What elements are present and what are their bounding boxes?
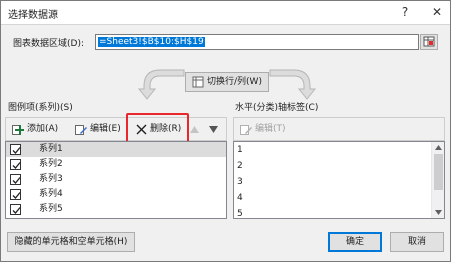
axis-label-item: 1	[237, 145, 243, 155]
edit-icon	[75, 124, 87, 135]
series-checkbox[interactable]	[10, 144, 21, 155]
series-checkbox[interactable]	[10, 174, 21, 185]
help-icon[interactable]: ?	[394, 3, 416, 22]
select-data-source-dialog: 选择数据源 ? ✕ 图表数据区域(D): =Sheet3!$B$10:$H$19…	[0, 0, 451, 262]
edit-series-button[interactable]: 编辑(E)	[71, 120, 125, 139]
series-checkbox[interactable]	[10, 204, 21, 215]
scroll-up-icon[interactable]	[435, 145, 442, 150]
series-label: 系列3	[39, 174, 63, 184]
close-icon[interactable]: ✕	[426, 3, 448, 22]
series-item[interactable]: 系列2	[6, 157, 226, 172]
axis-label-item: 2	[237, 161, 243, 171]
checkmark-icon	[12, 177, 21, 184]
series-item[interactable]: 系列3	[6, 172, 226, 187]
series-label: 系列1	[39, 144, 63, 154]
checkmark-icon	[12, 192, 21, 199]
axis-toolbar: 编辑(T)	[233, 117, 445, 141]
remove-highlight-box	[126, 113, 189, 144]
ok-button[interactable]: 确定	[328, 232, 382, 252]
series-listbox[interactable]: 系列1 系列2 系列3 系列4 系列5	[5, 141, 227, 219]
scroll-down-icon[interactable]	[435, 210, 442, 215]
axis-labels-header: 水平(分类)轴标签(C)	[235, 103, 319, 113]
checkmark-icon	[12, 162, 21, 169]
title-bar: 选择数据源 ? ✕	[1, 1, 450, 25]
cancel-button[interactable]: 取消	[390, 232, 444, 252]
switch-row-column-button[interactable]: 切换行/列(W)	[185, 72, 269, 92]
add-icon	[12, 124, 24, 135]
checkmark-icon	[12, 207, 21, 214]
move-up-button[interactable]	[187, 120, 202, 139]
series-checkbox[interactable]	[10, 189, 21, 200]
edit-axis-labels-button[interactable]: 编辑(T)	[236, 120, 290, 139]
switch-row-column-label: 切换行/列(W)	[207, 77, 262, 87]
move-down-button[interactable]	[206, 120, 221, 139]
move-up-icon	[190, 126, 199, 133]
data-range-value: =Sheet3!$B$10:$H$19	[98, 37, 205, 47]
axis-label-item: 4	[237, 193, 243, 203]
move-down-icon	[209, 126, 218, 133]
add-series-button[interactable]: 添加(A)	[8, 120, 62, 139]
arrow-right-down-icon	[269, 69, 316, 100]
switch-icon	[192, 76, 204, 88]
cancel-label: 取消	[407, 237, 426, 247]
series-label: 系列2	[39, 159, 63, 169]
legend-series-header: 图例项(系列)(S)	[8, 103, 73, 113]
series-checkbox[interactable]	[10, 159, 21, 170]
data-range-input[interactable]: =Sheet3!$B$10:$H$19	[95, 34, 419, 50]
data-range-label: 图表数据区域(D):	[13, 39, 84, 49]
hidden-empty-cells-label: 隐藏的单元格和空单元格(H)	[14, 237, 128, 247]
series-item[interactable]: 系列5	[6, 202, 226, 217]
axis-labels-listbox[interactable]: 1 2 3 4 5	[233, 141, 445, 219]
arrow-left-down-icon	[138, 69, 185, 100]
axis-label-item: 3	[237, 177, 243, 187]
series-item[interactable]: 系列1	[6, 142, 226, 157]
axis-label-item: 5	[237, 209, 243, 219]
checkmark-icon	[12, 147, 21, 154]
ok-label: 确定	[345, 237, 364, 247]
range-picker-icon	[423, 36, 435, 47]
add-series-label: 添加(A)	[27, 124, 59, 134]
dialog-title: 选择数据源	[8, 10, 58, 21]
edit-series-label: 编辑(E)	[90, 124, 121, 134]
edit-icon	[240, 124, 252, 135]
series-label: 系列5	[39, 204, 63, 214]
axis-labels-scrollbar[interactable]	[431, 142, 444, 218]
hidden-empty-cells-button[interactable]: 隐藏的单元格和空单元格(H)	[7, 232, 135, 252]
scrollbar-thumb[interactable]	[434, 154, 443, 190]
legend-toolbar: 添加(A) 编辑(E) 删除(R)	[5, 117, 227, 141]
range-collapse-button[interactable]	[420, 34, 438, 50]
edit-axis-labels-label: 编辑(T)	[255, 124, 286, 134]
series-label: 系列4	[39, 189, 63, 199]
series-item[interactable]: 系列4	[6, 187, 226, 202]
